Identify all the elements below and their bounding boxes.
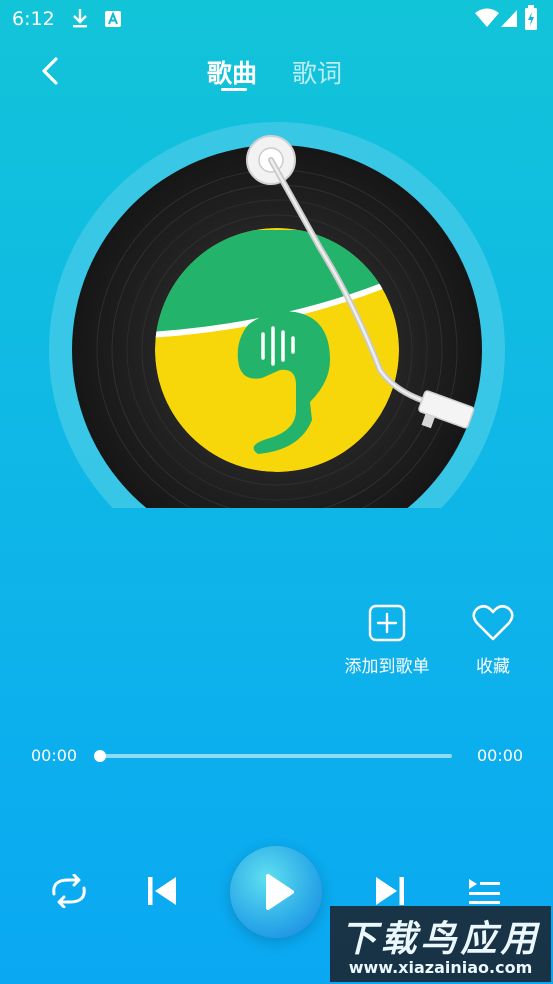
favorite-button[interactable]: 收藏 xyxy=(466,604,520,677)
add-to-playlist-label: 添加到歌单 xyxy=(344,657,430,677)
active-tab-indicator xyxy=(221,88,247,91)
play-icon xyxy=(266,874,294,910)
app-notification-icon xyxy=(105,11,121,27)
record-player xyxy=(0,120,553,508)
play-button[interactable] xyxy=(230,846,322,938)
watermark-title: 下载鸟应用 xyxy=(340,919,541,960)
watermark: 下载鸟应用 www.xiazainiao.com xyxy=(330,906,551,982)
progress-bar: 00:00 00:00 xyxy=(0,740,553,774)
heart-icon xyxy=(472,604,514,641)
tab-song[interactable]: 歌曲 xyxy=(207,54,257,90)
seek-thumb[interactable] xyxy=(94,750,106,762)
tab-lyrics[interactable]: 歌词 xyxy=(292,54,342,90)
watermark-url: www.xiazainiao.com xyxy=(348,958,533,977)
download-icon xyxy=(73,9,87,28)
repeat-icon[interactable] xyxy=(48,874,90,908)
back-icon[interactable] xyxy=(34,54,68,88)
next-icon[interactable] xyxy=(374,874,406,908)
favorite-label: 收藏 xyxy=(476,657,510,677)
elapsed-time: 00:00 xyxy=(31,746,78,765)
total-time: 00:00 xyxy=(477,746,524,765)
seek-track[interactable] xyxy=(94,750,452,762)
battery-icon xyxy=(525,5,537,30)
add-to-playlist-button[interactable]: 添加到歌单 xyxy=(340,604,434,677)
wifi-icon xyxy=(475,8,499,27)
status-bar: 6:12 xyxy=(0,0,553,38)
vinyl-record-art xyxy=(49,122,505,508)
previous-icon[interactable] xyxy=(146,874,178,908)
signal-icon xyxy=(501,10,517,27)
header: 歌曲 歌词 xyxy=(0,40,553,102)
playlist-icon[interactable] xyxy=(466,876,502,906)
status-time: 6:12 xyxy=(12,8,55,30)
add-square-icon xyxy=(368,604,406,642)
